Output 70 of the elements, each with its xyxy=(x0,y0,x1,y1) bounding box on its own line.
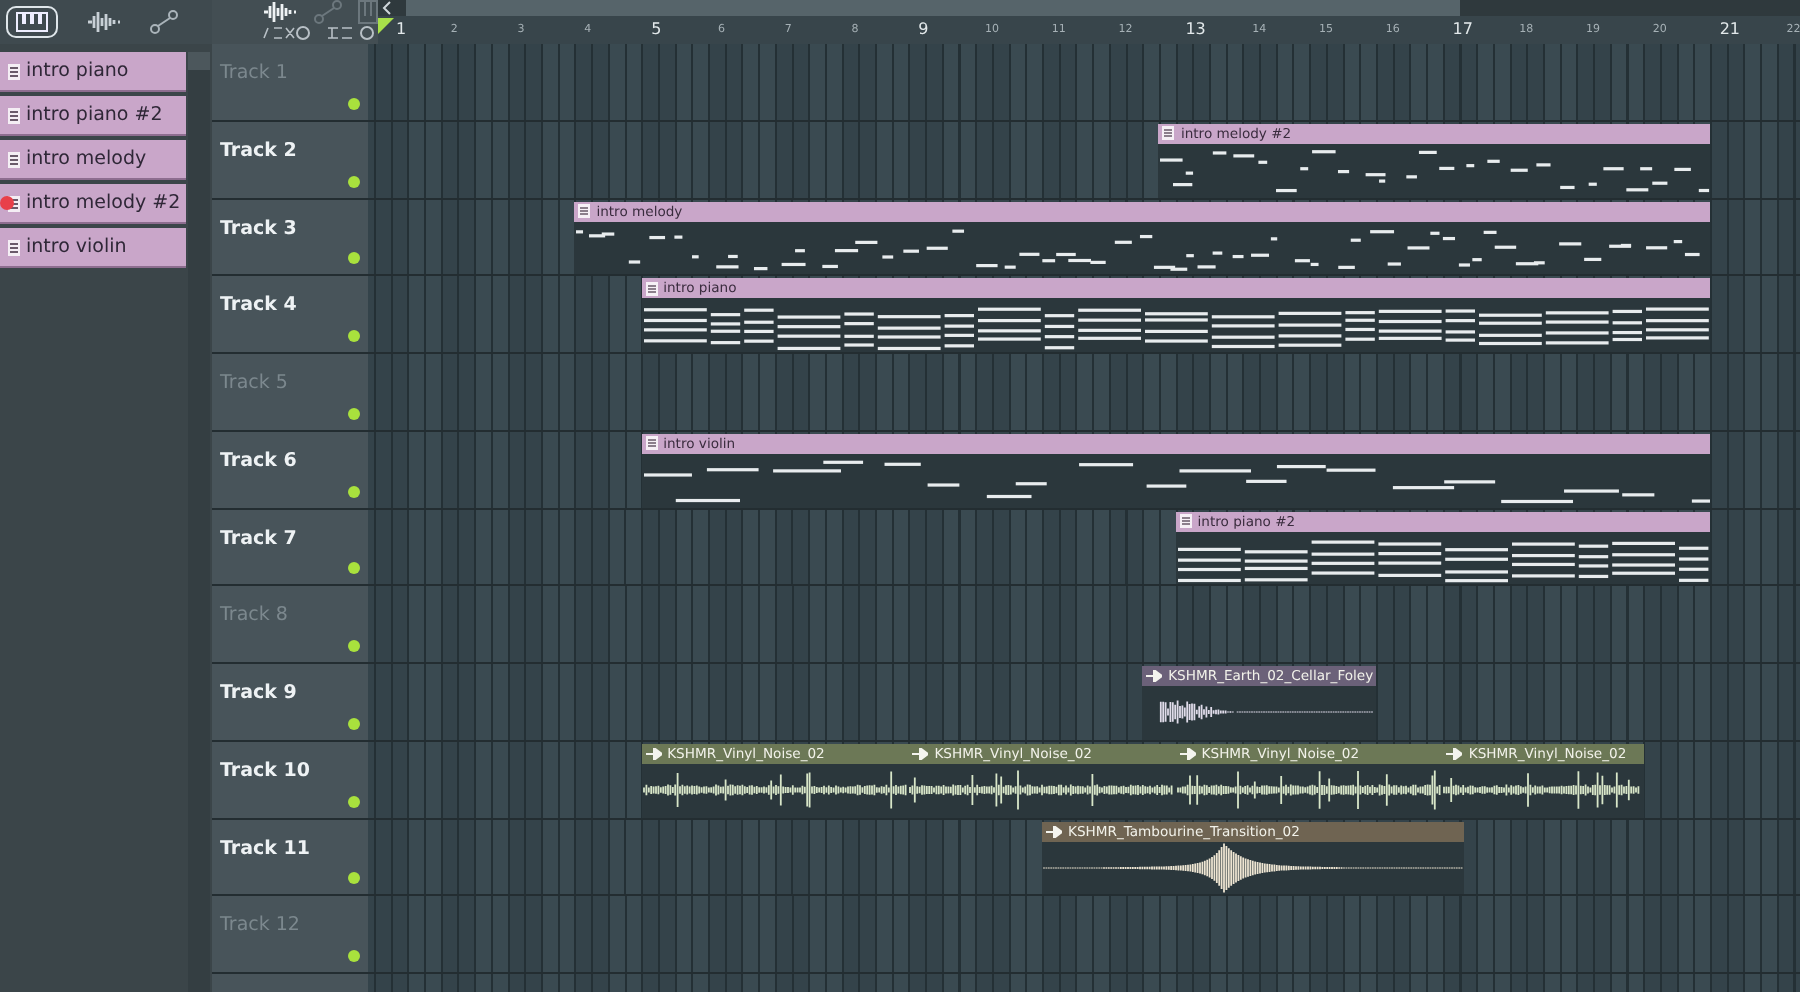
track-enabled-led[interactable] xyxy=(348,175,360,187)
pattern-name: intro melody #2 xyxy=(26,192,181,214)
pattern-item[interactable]: intro piano xyxy=(0,52,186,92)
audio-clip-icon xyxy=(1046,825,1062,837)
bar-number: 13 xyxy=(1185,20,1206,38)
track-enabled-led[interactable] xyxy=(348,252,360,265)
track-name: Track 2 xyxy=(220,139,297,162)
track-enabled-led[interactable] xyxy=(348,330,360,342)
track-name: Track 6 xyxy=(220,449,297,472)
track-enabled-led[interactable] xyxy=(348,97,360,110)
bar-number: 1 xyxy=(396,20,407,38)
track-enabled-led[interactable] xyxy=(348,950,360,962)
pattern-icon xyxy=(1179,514,1192,528)
track-name: Track 11 xyxy=(220,837,311,859)
track-name: Track 4 xyxy=(220,294,297,317)
bar-number: 17 xyxy=(1452,20,1473,38)
audio-clip-icon xyxy=(912,747,929,760)
pattern-icon xyxy=(645,436,658,451)
track-enabled-led[interactable] xyxy=(348,795,360,807)
track-name: Track 7 xyxy=(220,527,297,549)
slide-icon[interactable] xyxy=(326,26,374,40)
track-lane[interactable] xyxy=(374,896,1800,972)
track-enabled-led[interactable] xyxy=(348,485,360,497)
pattern-item[interactable]: intro melody #2 xyxy=(0,184,186,224)
audio-clip-icon xyxy=(645,747,662,760)
track-header[interactable]: Track 7 xyxy=(212,509,368,585)
bar-number: 21 xyxy=(1719,20,1740,38)
track-enabled-led[interactable] xyxy=(348,640,360,652)
track-header[interactable]: Track 4 xyxy=(212,276,368,352)
pattern-icon xyxy=(578,204,591,218)
pattern-icon xyxy=(645,281,658,296)
pattern-icon xyxy=(8,107,20,123)
pattern-icon xyxy=(1162,126,1175,141)
pattern-item[interactable]: intro violin xyxy=(0,228,186,268)
track-header[interactable]: Track 10 xyxy=(212,741,368,817)
pattern-icon xyxy=(8,151,20,167)
track-name: Track 9 xyxy=(220,682,297,704)
track-lane[interactable] xyxy=(374,354,1800,430)
track-header[interactable]: Track 6 xyxy=(212,431,368,507)
track-lane[interactable] xyxy=(374,44,1800,120)
piano-roll-button[interactable] xyxy=(6,6,58,38)
pattern-icon xyxy=(8,63,20,79)
audio-clip-icon xyxy=(1179,747,1196,760)
track-header[interactable]: Track 3 xyxy=(212,199,368,275)
track-enabled-led[interactable] xyxy=(348,407,360,420)
track-header[interactable]: Track 9 xyxy=(212,664,368,740)
track-enabled-led[interactable] xyxy=(348,562,360,575)
bar-number: 9 xyxy=(918,20,929,38)
scrollbar[interactable] xyxy=(188,52,210,992)
waveform-icon[interactable] xyxy=(86,10,122,34)
bar-number: 5 xyxy=(651,20,662,38)
pattern-item[interactable]: intro melody xyxy=(0,140,186,180)
pattern-name: intro piano xyxy=(26,60,129,82)
track-header[interactable]: Track 2 xyxy=(212,121,368,197)
track-lane[interactable] xyxy=(374,586,1800,662)
snap-icon[interactable] xyxy=(262,26,310,40)
track-name: Track 3 xyxy=(220,217,297,239)
track-header[interactable]: Track 11 xyxy=(212,819,368,895)
track-enabled-led[interactable] xyxy=(348,872,360,885)
audio-clip-icon xyxy=(1446,747,1463,760)
pattern-item[interactable]: intro piano #2 xyxy=(0,96,186,136)
piano-keys-icon xyxy=(16,12,48,32)
pattern-icon xyxy=(8,239,20,255)
audio-clip-icon xyxy=(1146,670,1163,682)
pattern-name: intro melody xyxy=(26,148,147,170)
pattern-name: intro piano #2 xyxy=(26,104,163,126)
track-enabled-led[interactable] xyxy=(348,717,360,730)
link-icon[interactable] xyxy=(150,10,178,34)
track-name: Track 10 xyxy=(220,759,311,782)
pattern-name: intro violin xyxy=(26,236,127,258)
